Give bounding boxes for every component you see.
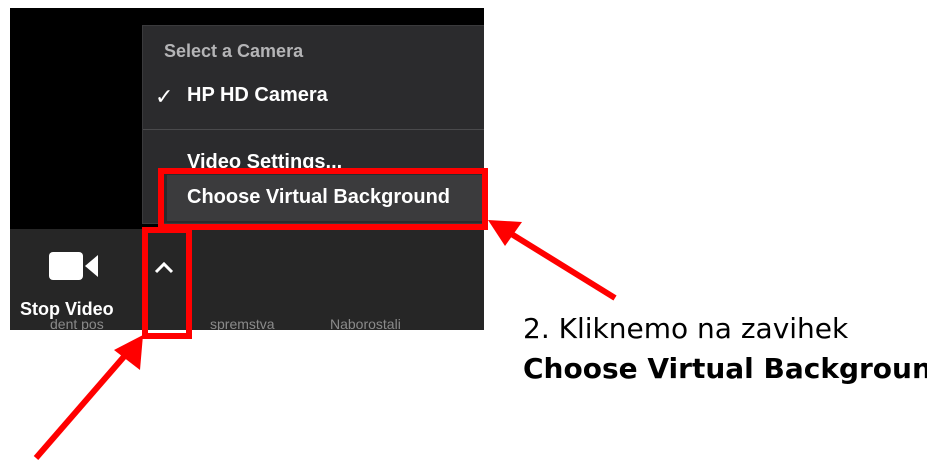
instruction-text: 2. Kliknemo na zavihek bbox=[523, 312, 849, 345]
arrow-to-caret bbox=[33, 335, 143, 460]
instruction-target: Choose Virtual Background bbox=[523, 352, 927, 385]
arrow-to-virtual-background bbox=[488, 220, 617, 301]
annotation-arrows bbox=[33, 220, 617, 460]
